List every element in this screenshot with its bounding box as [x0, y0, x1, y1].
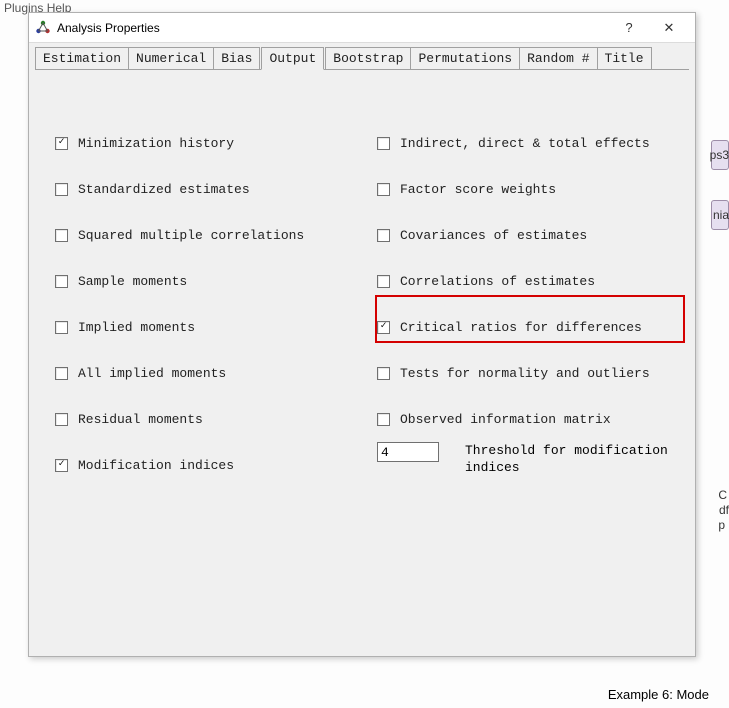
tab-numerical[interactable]: Numerical	[128, 47, 214, 69]
tab-estimation[interactable]: Estimation	[35, 47, 129, 69]
opt-label: Squared multiple correlations	[78, 228, 304, 243]
opt-label: Critical ratios for differences	[400, 320, 642, 335]
opt-standardized-estimates[interactable]: Standardized estimates	[55, 166, 347, 212]
tab-random[interactable]: Random #	[519, 47, 597, 69]
opt-indirect-direct-total[interactable]: Indirect, direct & total effects	[377, 120, 669, 166]
opt-sample-moments[interactable]: Sample moments	[55, 258, 347, 304]
checkbox-icon[interactable]	[377, 229, 390, 242]
opt-label: Sample moments	[78, 274, 187, 289]
checkbox-icon[interactable]	[55, 367, 68, 380]
bg-text-p: p	[718, 518, 725, 532]
tab-output[interactable]: Output	[261, 47, 324, 70]
opt-label: Modification indices	[78, 458, 234, 473]
checkbox-icon[interactable]	[55, 459, 68, 472]
opt-implied-moments[interactable]: Implied moments	[55, 304, 347, 350]
opt-minimization-history[interactable]: Minimization history	[55, 120, 347, 166]
app-icon	[35, 20, 51, 36]
bg-text-ps3: ps3	[710, 148, 729, 162]
checkbox-icon[interactable]	[55, 137, 68, 150]
opt-label: All implied moments	[78, 366, 226, 381]
opt-label: Implied moments	[78, 320, 195, 335]
footer-example-text: Example 6: Mode	[608, 687, 709, 702]
left-column: Minimization history Standardized estima…	[55, 120, 347, 488]
opt-squared-multiple-correlations[interactable]: Squared multiple correlations	[55, 212, 347, 258]
opt-tests-normality[interactable]: Tests for normality and outliers	[377, 350, 669, 396]
checkbox-icon[interactable]	[377, 183, 390, 196]
opt-critical-ratios[interactable]: Critical ratios for differences	[377, 304, 669, 350]
close-button[interactable]: ✕	[649, 14, 689, 42]
bg-text-df: df	[719, 503, 729, 517]
threshold-row: Threshold for modification indices	[377, 442, 669, 488]
opt-label: Residual moments	[78, 412, 203, 427]
right-column: Indirect, direct & total effects Factor …	[377, 120, 669, 488]
checkbox-icon[interactable]	[55, 229, 68, 242]
tab-strip: Estimation Numerical Bias Output Bootstr…	[29, 43, 695, 69]
tab-title[interactable]: Title	[597, 47, 652, 69]
opt-observed-info-matrix[interactable]: Observed information matrix	[377, 396, 669, 442]
opt-residual-moments[interactable]: Residual moments	[55, 396, 347, 442]
checkbox-icon[interactable]	[377, 275, 390, 288]
checkbox-icon[interactable]	[377, 321, 390, 334]
opt-label: Factor score weights	[400, 182, 556, 197]
opt-label: Covariances of estimates	[400, 228, 587, 243]
checkbox-icon[interactable]	[55, 183, 68, 196]
threshold-input[interactable]	[377, 442, 439, 462]
opt-factor-score-weights[interactable]: Factor score weights	[377, 166, 669, 212]
opt-label: Tests for normality and outliers	[400, 366, 650, 381]
opt-modification-indices[interactable]: Modification indices	[55, 442, 347, 488]
tab-bootstrap[interactable]: Bootstrap	[325, 47, 411, 69]
opt-label: Observed information matrix	[400, 412, 611, 427]
opt-label: Standardized estimates	[78, 182, 250, 197]
checkbox-icon[interactable]	[377, 137, 390, 150]
checkbox-icon[interactable]	[55, 275, 68, 288]
dialog-title: Analysis Properties	[57, 21, 609, 35]
bg-text-c: C	[718, 488, 727, 502]
threshold-label: Threshold for modification indices	[465, 442, 669, 477]
tab-permutations[interactable]: Permutations	[410, 47, 520, 69]
opt-all-implied-moments[interactable]: All implied moments	[55, 350, 347, 396]
checkbox-icon[interactable]	[55, 321, 68, 334]
checkbox-icon[interactable]	[377, 367, 390, 380]
bg-text-nia: nia	[713, 208, 729, 222]
opt-label: Indirect, direct & total effects	[400, 136, 650, 151]
opt-covariances-estimates[interactable]: Covariances of estimates	[377, 212, 669, 258]
checkbox-icon[interactable]	[377, 413, 390, 426]
help-button[interactable]: ?	[609, 14, 649, 42]
tab-page-output: Minimization history Standardized estima…	[35, 69, 689, 650]
opt-correlations-estimates[interactable]: Correlations of estimates	[377, 258, 669, 304]
analysis-properties-dialog: Analysis Properties ? ✕ Estimation Numer…	[28, 12, 696, 657]
opt-label: Correlations of estimates	[400, 274, 595, 289]
tab-bias[interactable]: Bias	[213, 47, 260, 69]
dialog-titlebar: Analysis Properties ? ✕	[29, 13, 695, 43]
opt-label: Minimization history	[78, 136, 234, 151]
checkbox-icon[interactable]	[55, 413, 68, 426]
